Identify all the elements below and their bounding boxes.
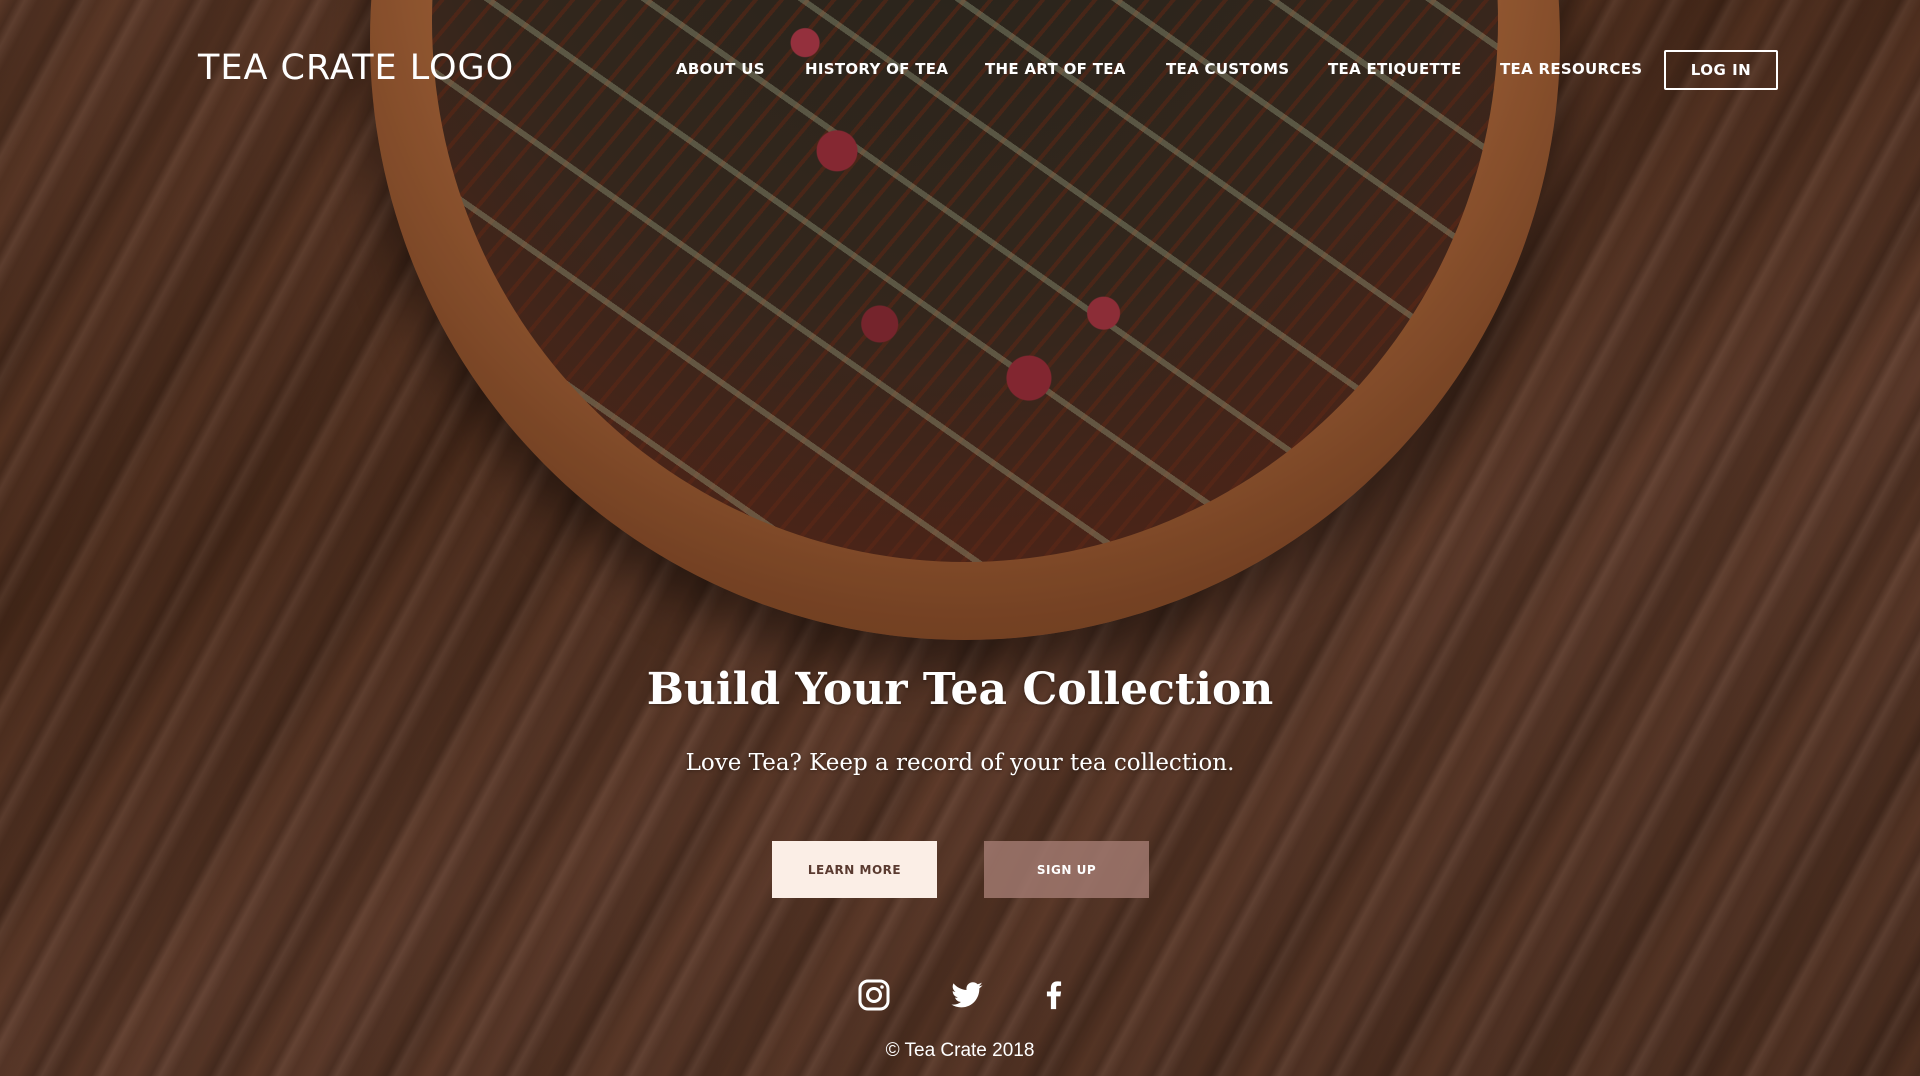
twitter-icon[interactable] xyxy=(950,978,984,1012)
site-logo[interactable]: TEA CRATE LOGO xyxy=(198,48,514,88)
footer-copyright: © Tea Crate 2018 xyxy=(885,1040,1035,1061)
nav-item-about-us[interactable]: ABOUT US xyxy=(676,60,765,78)
nav-item-tea-customs[interactable]: TEA CUSTOMS xyxy=(1166,60,1289,78)
instagram-icon[interactable] xyxy=(857,978,891,1012)
nav-item-history-of-tea[interactable]: HISTORY OF TEA xyxy=(805,60,948,78)
nav-item-tea-resources[interactable]: TEA RESOURCES xyxy=(1500,60,1642,78)
facebook-icon[interactable] xyxy=(1037,978,1071,1012)
login-button[interactable]: LOG IN xyxy=(1664,50,1778,90)
social-links xyxy=(0,978,1920,1014)
background-overlay xyxy=(0,0,1920,1076)
hero-title: Build Your Tea Collection xyxy=(646,664,1274,715)
site-header: TEA CRATE LOGO ABOUT US HISTORY OF TEA T… xyxy=(0,0,1920,140)
sign-up-button[interactable]: SIGN UP xyxy=(984,841,1149,898)
nav-item-tea-etiquette[interactable]: TEA ETIQUETTE xyxy=(1328,60,1462,78)
hero-subtitle: Love Tea? Keep a record of your tea coll… xyxy=(685,750,1235,776)
learn-more-button[interactable]: LEARN MORE xyxy=(772,841,937,898)
nav-item-art-of-tea[interactable]: THE ART OF TEA xyxy=(985,60,1126,78)
